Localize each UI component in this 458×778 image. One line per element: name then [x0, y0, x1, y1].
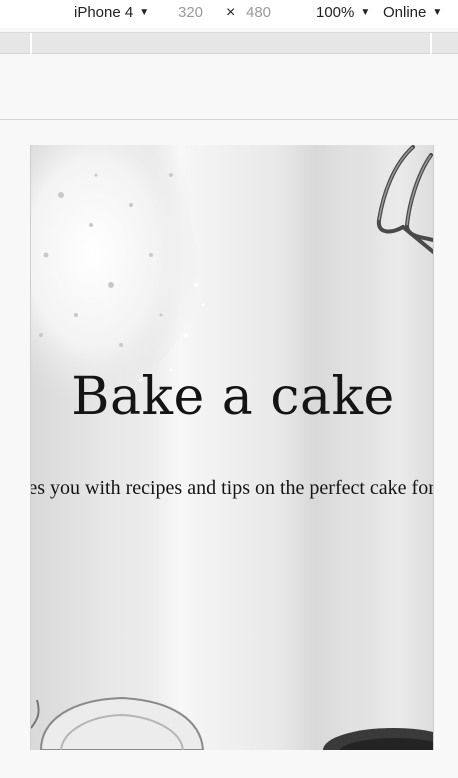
- bowl-image: [31, 696, 205, 750]
- times-icon: ×: [226, 4, 236, 21]
- device-toolbar: iPhone 4 ▼ 320 × 480 100% ▼ Online ▼: [0, 0, 458, 28]
- background-streak: [281, 145, 351, 750]
- caret-down-icon: ▼: [360, 7, 371, 18]
- throttle-label: Online: [383, 4, 427, 21]
- media-query-bar[interactable]: [0, 32, 458, 54]
- ruler-marker: [430, 33, 432, 54]
- dish-image: [323, 728, 433, 750]
- caret-down-icon: ▼: [432, 7, 443, 18]
- hero-title: Bake a cake: [71, 367, 395, 427]
- zoom-label: 100%: [316, 4, 355, 21]
- whisk-image: [376, 145, 433, 255]
- ruler-area: [0, 54, 458, 120]
- caret-down-icon: ▼: [139, 7, 150, 18]
- throttle-select[interactable]: Online ▼: [383, 4, 442, 21]
- device-label: iPhone 4: [74, 4, 134, 21]
- hero-subtitle: de that provides you with recipes and ti…: [30, 477, 434, 499]
- width-input[interactable]: 320: [178, 4, 216, 21]
- flour-image: [31, 145, 205, 397]
- device-select[interactable]: iPhone 4 ▼: [74, 4, 149, 21]
- height-input[interactable]: 480: [246, 4, 286, 21]
- ruler-marker: [30, 33, 32, 54]
- device-viewport[interactable]: Bake a cake de that provides you with re…: [30, 145, 434, 750]
- zoom-select[interactable]: 100% ▼: [316, 4, 370, 21]
